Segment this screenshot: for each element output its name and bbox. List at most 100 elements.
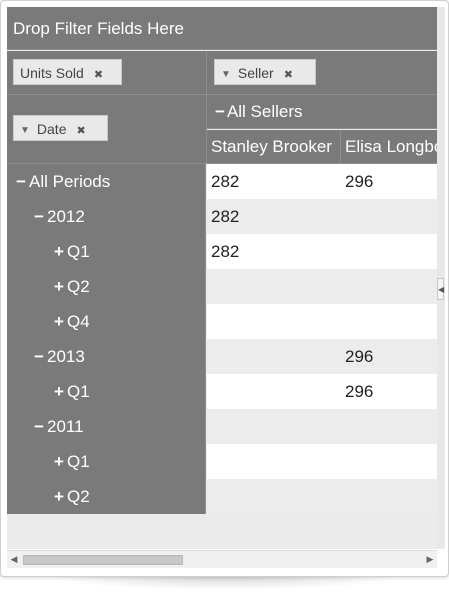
empty-grid-area [7,514,437,549]
data-cell[interactable] [207,269,341,304]
row-field-label: Date [36,121,67,137]
pivot-grid-window: Drop Filter Fields Here Units Sold ✖ ▼ Sel… [0,0,449,577]
row-header[interactable]: −2013 [7,339,206,374]
row-header[interactable]: −2011 [7,409,206,444]
data-cell[interactable] [341,234,437,269]
data-cell[interactable] [341,409,437,444]
data-cell[interactable] [207,339,341,374]
collapse-toggle[interactable]: − [215,102,225,121]
data-field-chip-units-sold[interactable]: Units Sold ✖ [13,59,122,85]
row-cells: 296 [207,339,437,374]
collapse-toggle[interactable]: − [33,199,45,234]
row-cells: 282 [207,234,437,269]
row-header-label: 2011 [47,417,84,436]
column-group-header-all-sellers[interactable]: − All Sellers [207,95,437,129]
row-header[interactable]: − All Periods [7,164,206,199]
row-field-chip-date[interactable]: ▼ Date ✖ [13,115,108,141]
table-row: + Q2 [7,479,437,514]
data-cell[interactable] [341,479,437,514]
row-field-zone[interactable]: ▼ Date ✖ [7,95,207,164]
data-cell[interactable]: 296 [341,339,437,374]
data-cell[interactable] [207,479,341,514]
data-cell[interactable] [207,304,341,339]
data-cell[interactable]: 296 [341,164,437,199]
data-cell[interactable] [341,199,437,234]
pivot-rows: − All Periods 282 296−2012 282 + Q1 282 + Q2 + Q4−2… [7,164,437,514]
row-header-label: Q1 [67,382,90,401]
scroll-right-icon[interactable]: ▶ [423,551,437,568]
data-cell[interactable] [207,444,341,479]
data-cell[interactable] [341,269,437,304]
row-header[interactable]: + Q4 [7,304,206,339]
expand-toggle[interactable]: + [53,234,65,269]
collapse-toggle[interactable]: − [15,164,27,199]
table-row: + Q1 282 [7,234,437,269]
expand-toggle[interactable]: + [53,479,65,514]
table-row: −2011 [7,409,437,444]
expand-toggle[interactable]: + [53,269,65,304]
collapse-arrow-icon[interactable]: ◀ [437,278,444,300]
row-header[interactable]: + Q1 [7,234,206,269]
data-field-label: Units Sold [20,65,84,81]
column-field-label: Seller [237,65,274,81]
close-icon[interactable]: ✖ [94,62,103,88]
sort-caret-icon[interactable]: ▼ [221,62,231,88]
close-icon[interactable]: ✖ [284,62,293,88]
row-cells [207,409,437,444]
row-header-label: 2012 [47,207,85,226]
data-field-zone[interactable]: Units Sold ✖ [7,51,207,95]
row-cells [207,444,437,479]
table-row: + Q4 [7,304,437,339]
row-cells: 296 [207,374,437,409]
column-field-zone[interactable]: ▼ Seller ✖ [207,51,437,95]
expand-toggle[interactable]: + [53,374,65,409]
expand-toggle[interactable]: + [53,444,65,479]
row-header-label: Q4 [67,312,90,331]
filter-drop-zone[interactable]: Drop Filter Fields Here [7,7,437,50]
horizontal-scrollbar[interactable]: ◀ ▶ [7,550,437,568]
row-header[interactable]: + Q1 [7,374,206,409]
row-cells [207,479,437,514]
scrollbar-thumb[interactable] [23,555,183,565]
row-cells [207,304,437,339]
collapse-toggle[interactable]: − [33,339,45,374]
scroll-left-icon[interactable]: ◀ [7,551,21,568]
vertical-scrollbar[interactable]: ◀ [437,7,445,549]
data-cell[interactable]: 282 [207,234,341,269]
row-header-label: Q1 [67,242,90,261]
row-cells: 282 296 [207,164,437,199]
data-cell[interactable] [341,444,437,479]
data-cell[interactable]: 282 [207,164,341,199]
table-row: −2013 296 [7,339,437,374]
close-icon[interactable]: ✖ [76,118,85,144]
row-header-label: 2013 [47,347,85,366]
row-header-label: Q2 [67,487,90,506]
row-header[interactable]: + Q2 [7,269,206,304]
column-group-label: All Sellers [226,102,303,121]
expand-toggle[interactable]: + [53,304,65,339]
table-row: + Q1 [7,444,437,479]
column-header-elisa-longbottom[interactable]: Elisa Longbottom [341,130,437,163]
data-cell[interactable] [207,409,341,444]
row-cells: 282 [207,199,437,234]
row-header[interactable]: + Q2 [7,479,206,514]
row-header-label: Q2 [67,277,90,296]
table-row: − All Periods 282 296 [7,164,437,199]
row-header-label: All Periods [29,172,111,191]
pivot-grid: Drop Filter Fields Here Units Sold ✖ ▼ Sel… [7,7,437,549]
row-header[interactable]: + Q1 [7,444,206,479]
row-header[interactable]: −2012 [7,199,206,234]
column-header-stanley-brooker[interactable]: Stanley Brooker [207,130,341,163]
sort-caret-icon[interactable]: ▼ [20,118,30,144]
table-row: + Q1 296 [7,374,437,409]
row-header-label: Q1 [67,452,90,471]
table-row: −2012 282 [7,199,437,234]
collapse-toggle[interactable]: − [33,409,45,444]
data-cell[interactable] [341,304,437,339]
data-cell[interactable] [207,374,341,409]
data-cell[interactable]: 296 [341,374,437,409]
data-cell[interactable]: 282 [207,199,341,234]
column-field-chip-seller[interactable]: ▼ Seller ✖ [214,59,316,85]
table-row: + Q2 [7,269,437,304]
row-cells [207,269,437,304]
